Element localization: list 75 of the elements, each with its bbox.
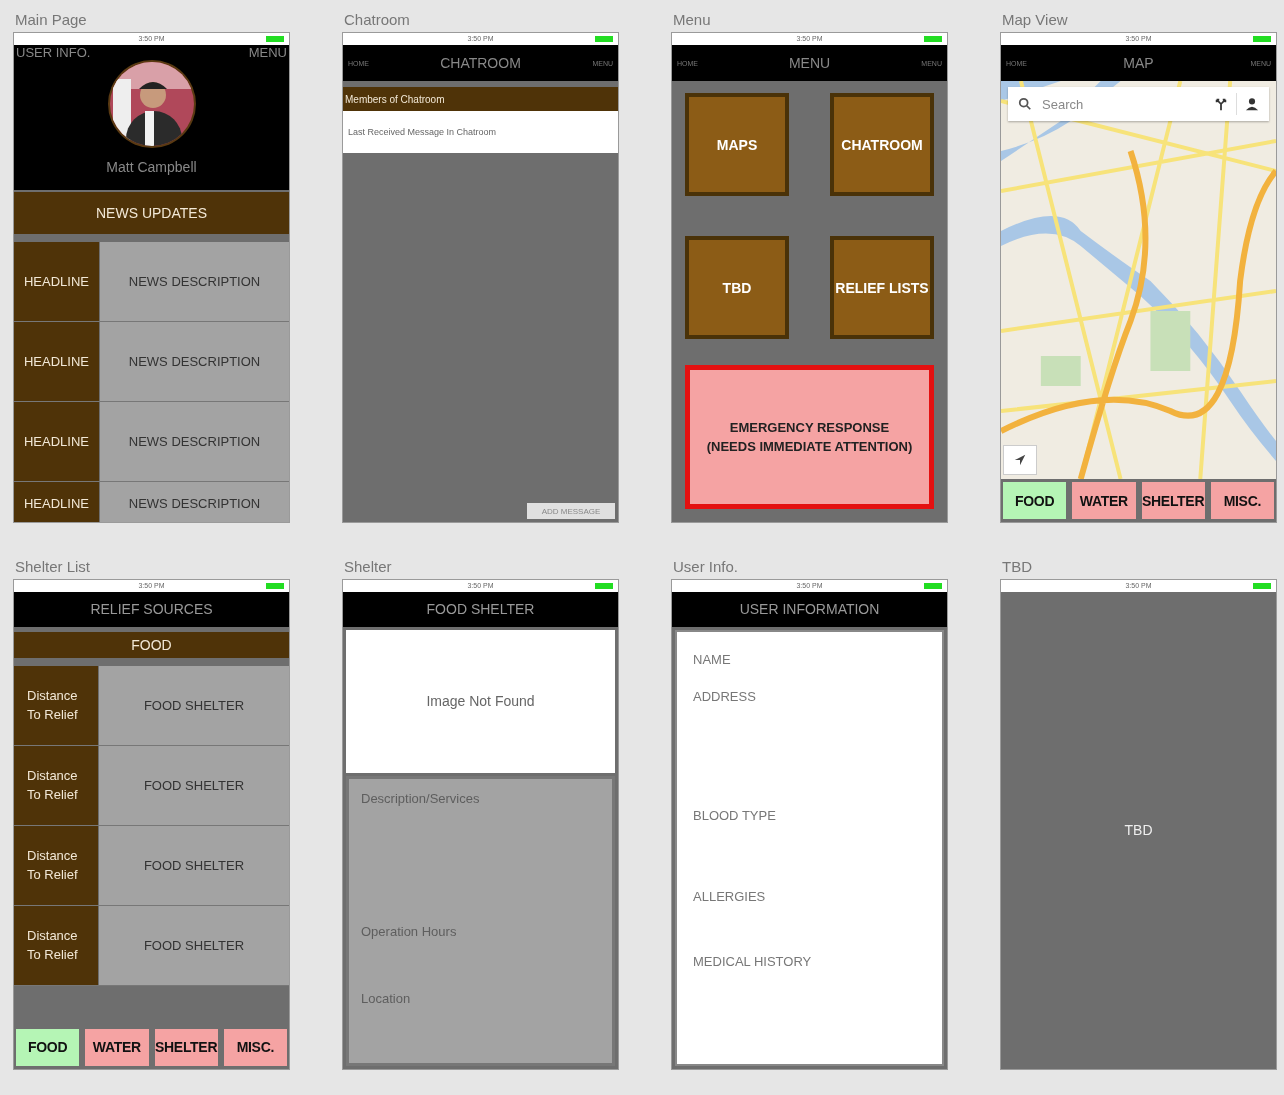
distance-label[interactable]: Distance To Relief xyxy=(14,665,99,745)
user-field-label: ALLERGIES xyxy=(693,888,766,904)
battery-icon xyxy=(266,582,284,589)
distance-label[interactable]: Distance To Relief xyxy=(14,825,99,905)
screen-label: Shelter List xyxy=(15,556,91,577)
info-field-label: Description/Services xyxy=(361,790,480,806)
distance-label[interactable]: Distance To Relief xyxy=(14,745,99,825)
screen-title: MAP xyxy=(1123,55,1154,71)
locate-button[interactable] xyxy=(1003,445,1037,475)
last-message[interactable]: Last Received Message In Chatroom xyxy=(343,111,618,153)
shelter-name[interactable]: FOOD SHELTER xyxy=(99,825,289,905)
user-field-label: ADDRESS xyxy=(693,688,756,704)
emergency-button[interactable]: EMERGENCY RESPONSE (NEEDS IMMEDIATE ATTENTION) xyxy=(685,365,934,509)
news-headline[interactable]: HEADLINE xyxy=(14,242,100,321)
search-field[interactable]: Search xyxy=(1040,95,1206,113)
screen-title: RELIEF SOURCES xyxy=(14,591,289,627)
filter-button[interactable]: WATER xyxy=(1072,482,1136,519)
user-info-link[interactable]: USER INFO. xyxy=(16,46,91,59)
screen-label: Shelter xyxy=(344,556,392,577)
section-header: NEWS UPDATES xyxy=(14,192,289,234)
info-field-label: Operation Hours xyxy=(361,923,457,939)
members-bar[interactable]: Members of Chatroom xyxy=(343,87,618,111)
news-description[interactable]: NEWS DESCRIPTION xyxy=(100,322,289,401)
screen-label: Main Page xyxy=(15,10,87,30)
user-field-label: MEDICAL HISTORY xyxy=(693,953,812,969)
filter-button[interactable]: SHELTER xyxy=(154,1028,218,1066)
screen-label: Map View xyxy=(1002,10,1068,30)
shelter-name[interactable]: FOOD SHELTER xyxy=(99,905,289,985)
battery-icon xyxy=(595,36,613,42)
battery-icon xyxy=(1253,582,1271,589)
news-headline[interactable]: HEADLINE xyxy=(14,482,100,522)
news-description[interactable]: NEWS DESCRIPTION xyxy=(100,482,289,522)
shelter-name[interactable]: FOOD SHELTER xyxy=(99,745,289,825)
directions-icon[interactable] xyxy=(1214,97,1228,111)
battery-icon xyxy=(1253,36,1271,42)
menu-tile[interactable]: TBD xyxy=(685,236,789,339)
user-field-label: BLOOD TYPE xyxy=(693,807,776,823)
filter-button[interactable]: MISC. xyxy=(1210,482,1274,519)
user-field-label: NAME xyxy=(693,651,731,667)
category-header: FOOD xyxy=(14,631,289,658)
screen-title: FOOD SHELTER xyxy=(343,591,618,627)
filter-button[interactable]: SHELTER xyxy=(1141,482,1205,519)
menu-tile[interactable]: RELIEF LISTS xyxy=(830,236,934,339)
news-headline[interactable]: HEADLINE xyxy=(14,322,100,401)
shelter-name[interactable]: FOOD SHELTER xyxy=(99,665,289,745)
battery-icon xyxy=(924,36,942,42)
screen-label: User Info. xyxy=(673,556,739,577)
placeholder-text: TBD xyxy=(1124,822,1153,838)
filter-button[interactable]: WATER xyxy=(85,1028,149,1066)
screen-label: TBD xyxy=(1002,556,1032,577)
news-headline[interactable]: HEADLINE xyxy=(14,402,100,481)
battery-icon xyxy=(266,36,284,42)
search-bar[interactable]: Search xyxy=(1008,87,1269,121)
screen-title: MENU xyxy=(788,55,831,71)
filter-button[interactable]: FOOD xyxy=(16,1028,80,1066)
person-icon[interactable] xyxy=(1245,97,1259,111)
menu-tile[interactable]: MAPS xyxy=(685,93,789,196)
distance-label[interactable]: Distance To Relief xyxy=(14,905,99,985)
news-description[interactable]: NEWS DESCRIPTION xyxy=(100,242,289,321)
navigation-arrow-icon xyxy=(1013,453,1027,467)
image-missing-text: Image Not Found xyxy=(426,693,535,709)
filter-button[interactable]: MISC. xyxy=(223,1028,287,1066)
screen-title: USER INFORMATION xyxy=(672,591,947,627)
screen-title: CHATROOM xyxy=(440,55,521,71)
filter-button[interactable]: FOOD xyxy=(1003,482,1067,519)
battery-icon xyxy=(924,582,942,589)
info-field-label: Location xyxy=(361,990,411,1006)
menu-tile[interactable]: CHATROOM xyxy=(830,93,934,196)
battery-icon xyxy=(595,582,613,589)
screen-label: Menu xyxy=(673,10,711,30)
menu-link[interactable]: MENU xyxy=(248,46,287,59)
search-icon xyxy=(1018,97,1032,111)
user-name: Matt Campbell xyxy=(106,159,197,175)
screen-label: Chatroom xyxy=(344,10,410,30)
news-description[interactable]: NEWS DESCRIPTION xyxy=(100,402,289,481)
